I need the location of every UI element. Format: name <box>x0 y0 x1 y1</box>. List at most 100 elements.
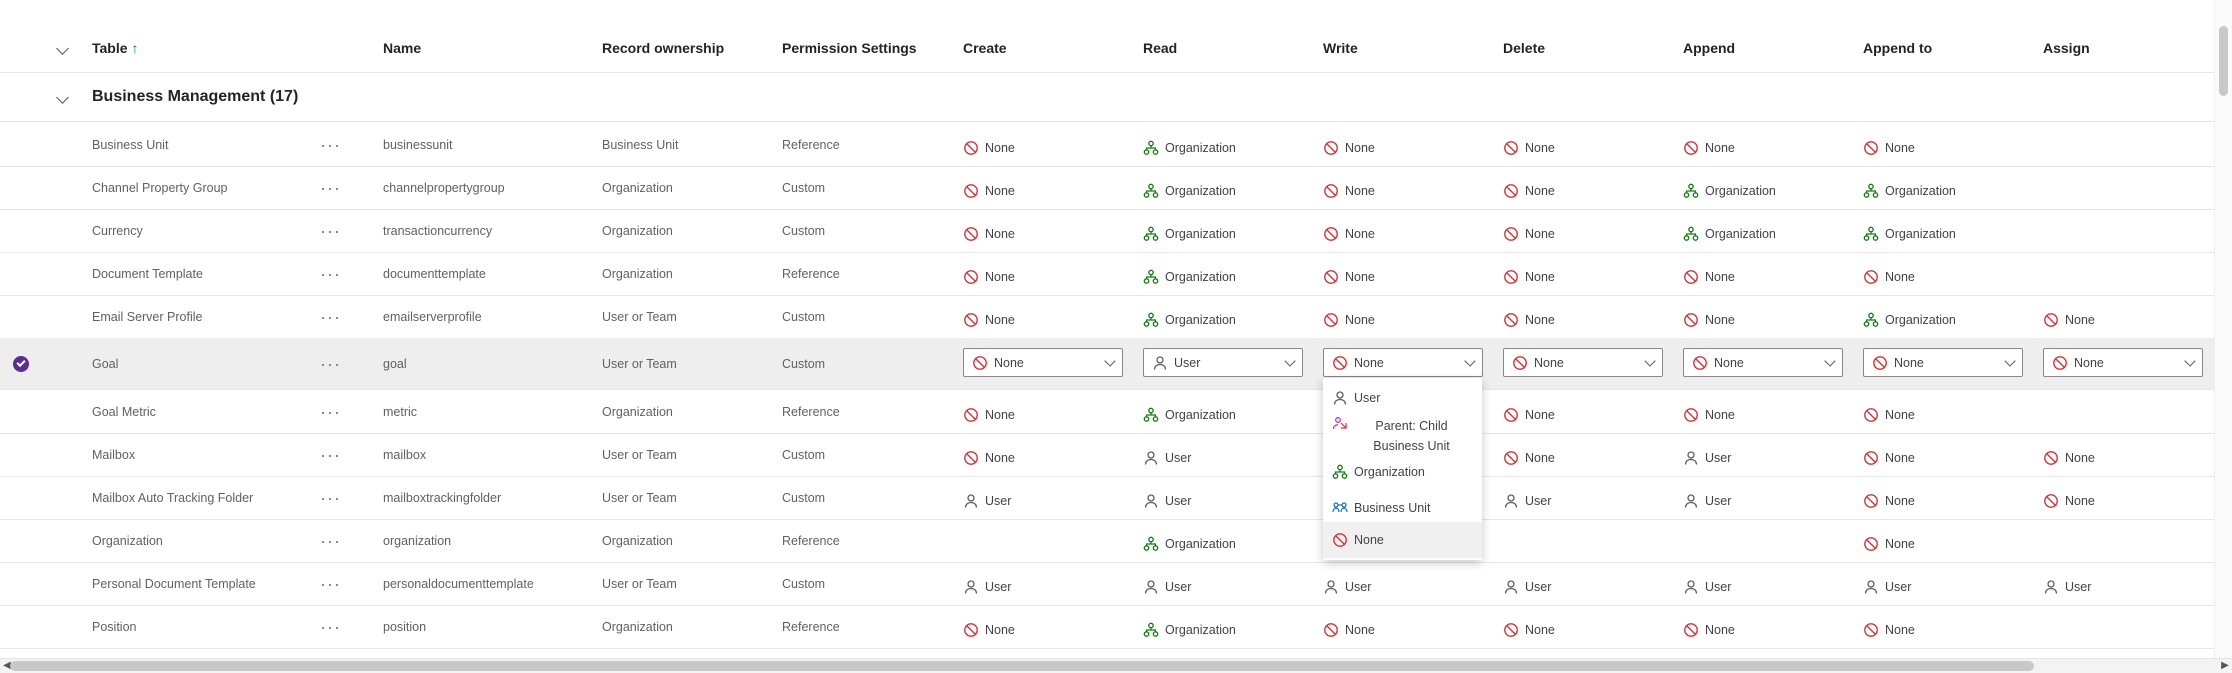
cell-create-permission[interactable]: None <box>963 298 1015 341</box>
table-row[interactable]: Goal ··· goal User or Team Custom None User Non… <box>0 338 2215 390</box>
cell-delete-permission[interactable]: None <box>1503 393 1555 436</box>
cell-create-permission[interactable]: User <box>963 479 1011 522</box>
table-row[interactable]: Mailbox Auto Tracking Folder ··· mailboxtr… <box>0 476 2215 520</box>
table-row[interactable]: Organization ··· organization Organization R… <box>0 519 2215 563</box>
cell-append-permission[interactable]: None <box>1683 126 1735 169</box>
cell-table[interactable]: Currency <box>92 209 143 252</box>
vertical-scroll-thumb[interactable] <box>2219 26 2228 96</box>
column-header-create[interactable]: Create <box>963 24 1007 72</box>
cell-append-to-permission[interactable]: Organization <box>1863 212 1956 255</box>
cell-read-permission[interactable]: Organization <box>1143 169 1236 212</box>
table-row[interactable]: Personal Document Template ··· personaldoc… <box>0 562 2215 606</box>
row-select-checkbox[interactable] <box>12 476 30 519</box>
cell-append-permission[interactable]: User <box>1683 436 1731 479</box>
column-header-permission-settings[interactable]: Permission Settings <box>782 24 917 72</box>
cell-append-to-permission[interactable]: User <box>1863 565 1911 608</box>
append-permission-dropdown[interactable]: None <box>1683 348 1843 377</box>
dropdown-option-parent-child[interactable]: Parent: Child Business Unit <box>1323 412 1482 458</box>
dropdown-option-user[interactable]: User <box>1323 386 1482 410</box>
row-select-checkbox[interactable] <box>12 123 30 166</box>
cell-write-permission[interactable]: User <box>1323 565 1371 608</box>
row-select-checkbox[interactable] <box>12 209 30 252</box>
cell-append-permission[interactable]: None <box>1683 608 1735 651</box>
dropdown-option-none[interactable]: None <box>1323 522 1482 558</box>
cell-append-to-permission[interactable]: Organization <box>1863 298 1956 341</box>
row-select-checkbox[interactable] <box>12 519 30 562</box>
cell-table[interactable]: Mailbox <box>92 433 135 476</box>
column-header-append-to[interactable]: Append to <box>1863 24 1932 72</box>
row-select-checkbox[interactable] <box>12 252 30 295</box>
cell-read-permission[interactable]: Organization <box>1143 522 1236 565</box>
cell-append-to-permission[interactable]: None <box>1863 608 1915 651</box>
more-options-button[interactable]: ··· <box>320 519 341 562</box>
cell-read-permission[interactable]: User <box>1143 565 1191 608</box>
row-select-checkbox[interactable] <box>12 166 30 209</box>
table-row[interactable]: Business Unit ··· businessunit Business Uni… <box>0 123 2215 167</box>
more-options-button[interactable]: ··· <box>320 562 341 605</box>
column-header-assign[interactable]: Assign <box>2043 24 2090 72</box>
cell-create-permission[interactable]: User <box>963 565 1011 608</box>
column-header-table[interactable]: Table ↑ <box>92 24 139 72</box>
write-permission-dropdown[interactable]: None <box>1323 348 1483 377</box>
cell-read-permission[interactable]: Organization <box>1143 255 1236 298</box>
table-row[interactable]: Mailbox ··· mailbox User or Team Custom None U… <box>0 433 2215 477</box>
dropdown-option-business-unit[interactable]: Business Unit <box>1323 496 1482 520</box>
cell-append-permission[interactable]: User <box>1683 565 1731 608</box>
cell-table[interactable]: Channel Property Group <box>92 166 228 209</box>
table-row[interactable]: Document Template ··· documenttemplate Orga… <box>0 252 2215 296</box>
cell-append-to-permission[interactable]: None <box>1863 522 1915 565</box>
cell-append-to-permission[interactable]: None <box>1863 255 1915 298</box>
cell-append-to-permission[interactable]: None <box>1863 393 1915 436</box>
vertical-scrollbar[interactable] <box>2214 0 2232 659</box>
row-select-checkbox[interactable] <box>12 433 30 476</box>
more-options-button[interactable]: ··· <box>320 166 341 209</box>
table-row[interactable]: Email Server Profile ··· emailserverprofil… <box>0 295 2215 339</box>
cell-create-permission[interactable]: None <box>963 436 1015 479</box>
cell-create-permission[interactable]: None <box>963 126 1015 169</box>
cell-assign-permission[interactable]: None <box>2043 479 2095 522</box>
cell-read-permission[interactable]: Organization <box>1143 393 1236 436</box>
cell-assign-permission[interactable]: User <box>2043 565 2091 608</box>
cell-table[interactable]: Mailbox Auto Tracking Folder <box>92 476 253 519</box>
row-selected-checkbox[interactable] <box>12 338 30 389</box>
column-header-write[interactable]: Write <box>1323 24 1358 72</box>
horizontal-scroll-thumb[interactable] <box>10 661 2034 671</box>
column-header-record-ownership[interactable]: Record ownership <box>602 24 724 72</box>
cell-table[interactable]: Personal Document Template <box>92 562 256 605</box>
cell-delete-permission[interactable]: None <box>1503 608 1555 651</box>
table-row[interactable]: Channel Property Group ··· channelproperty… <box>0 166 2215 210</box>
more-options-button[interactable]: ··· <box>320 295 341 338</box>
cell-create-permission[interactable]: None <box>963 169 1015 212</box>
assign-permission-dropdown[interactable]: None <box>2043 348 2203 377</box>
more-options-button[interactable]: ··· <box>320 476 341 519</box>
cell-read-permission[interactable]: User <box>1143 436 1191 479</box>
row-select-checkbox[interactable] <box>12 562 30 605</box>
cell-read-permission[interactable]: Organization <box>1143 608 1236 651</box>
cell-write-permission[interactable]: None <box>1323 255 1375 298</box>
cell-write-permission[interactable]: None <box>1323 169 1375 212</box>
cell-create-permission[interactable]: None <box>963 212 1015 255</box>
column-header-delete[interactable]: Delete <box>1503 24 1545 72</box>
cell-delete-permission[interactable]: None <box>1503 255 1555 298</box>
cell-delete-permission[interactable]: None <box>1503 126 1555 169</box>
more-options-button[interactable]: ··· <box>320 390 341 433</box>
cell-append-permission[interactable]: Organization <box>1683 212 1776 255</box>
cell-write-permission[interactable]: None <box>1323 126 1375 169</box>
cell-append-permission[interactable]: None <box>1683 393 1735 436</box>
cell-delete-permission[interactable]: User <box>1503 565 1551 608</box>
cell-append-permission[interactable]: None <box>1683 298 1735 341</box>
cell-table[interactable]: Organization <box>92 519 163 562</box>
cell-table[interactable]: Position <box>92 605 136 648</box>
cell-append-to-permission[interactable]: None <box>1863 436 1915 479</box>
column-header-append[interactable]: Append <box>1683 24 1735 72</box>
more-options-button[interactable]: ··· <box>320 252 341 295</box>
cell-delete-permission[interactable]: None <box>1503 298 1555 341</box>
more-options-button[interactable]: ··· <box>320 605 341 648</box>
cell-table[interactable]: Goal Metric <box>92 390 156 433</box>
more-options-button[interactable]: ··· <box>320 338 341 389</box>
table-row[interactable]: Goal Metric ··· metric Organization Referenc… <box>0 390 2215 434</box>
row-select-checkbox[interactable] <box>12 605 30 648</box>
column-header-name[interactable]: Name <box>383 24 421 72</box>
cell-append-to-permission[interactable]: None <box>1863 479 1915 522</box>
cell-assign-permission[interactable]: None <box>2043 436 2095 479</box>
